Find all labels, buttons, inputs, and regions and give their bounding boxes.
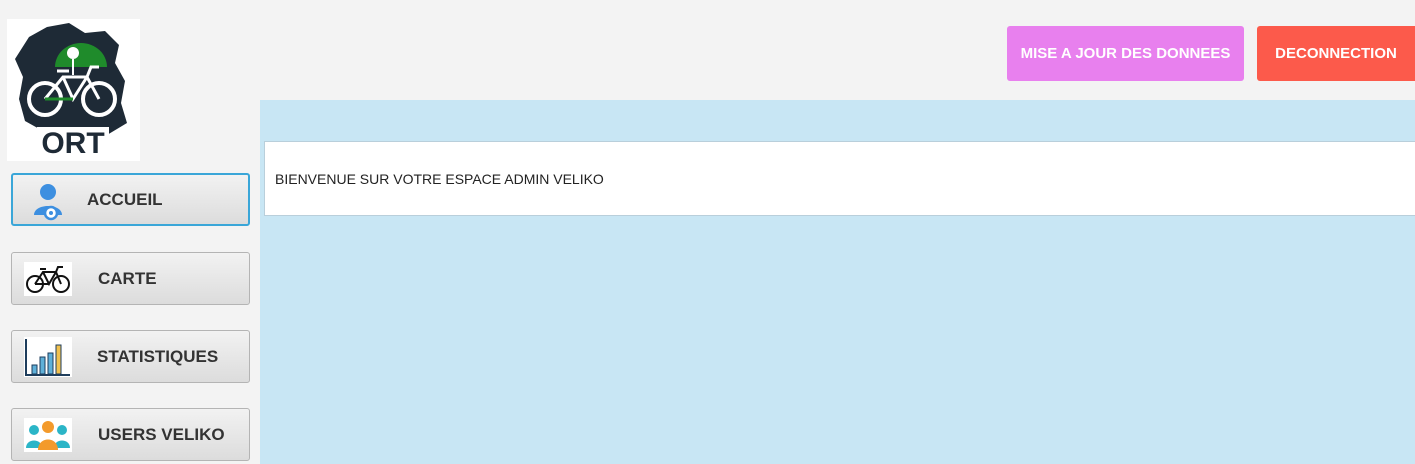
bicycle-icon [24, 260, 72, 298]
welcome-text: BIENVENUE SUR VOTRE ESPACE ADMIN VELIKO [275, 170, 604, 187]
logo-graphic: ORT [15, 23, 127, 160]
sidebar-item-accueil[interactable]: ACCUEIL [11, 173, 250, 226]
sidebar-item-label: CARTE [98, 268, 157, 288]
users-group-icon [24, 416, 72, 454]
logo-text: ORT [41, 127, 104, 160]
user-gear-icon [25, 182, 73, 221]
welcome-box: BIENVENUE SUR VOTRE ESPACE ADMIN VELIKO [264, 141, 1415, 216]
logout-button[interactable]: DECONNECTION [1257, 26, 1415, 81]
sidebar-item-users-veliko[interactable]: USERS VELIKO [11, 408, 250, 461]
logout-label: DECONNECTION [1275, 45, 1397, 62]
update-data-button[interactable]: MISE A JOUR DES DONNEES [1007, 26, 1244, 81]
sidebar-item-label: ACCUEIL [87, 189, 163, 209]
app-logo: ORT [7, 19, 140, 161]
sidebar-item-statistiques[interactable]: STATISTIQUES [11, 330, 250, 383]
update-data-label: MISE A JOUR DES DONNEES [1020, 45, 1231, 62]
sidebar-item-carte[interactable]: CARTE [11, 252, 250, 305]
bar-chart-icon [24, 337, 72, 377]
sidebar-item-label: USERS VELIKO [98, 424, 225, 444]
sidebar-item-label: STATISTIQUES [97, 346, 219, 366]
